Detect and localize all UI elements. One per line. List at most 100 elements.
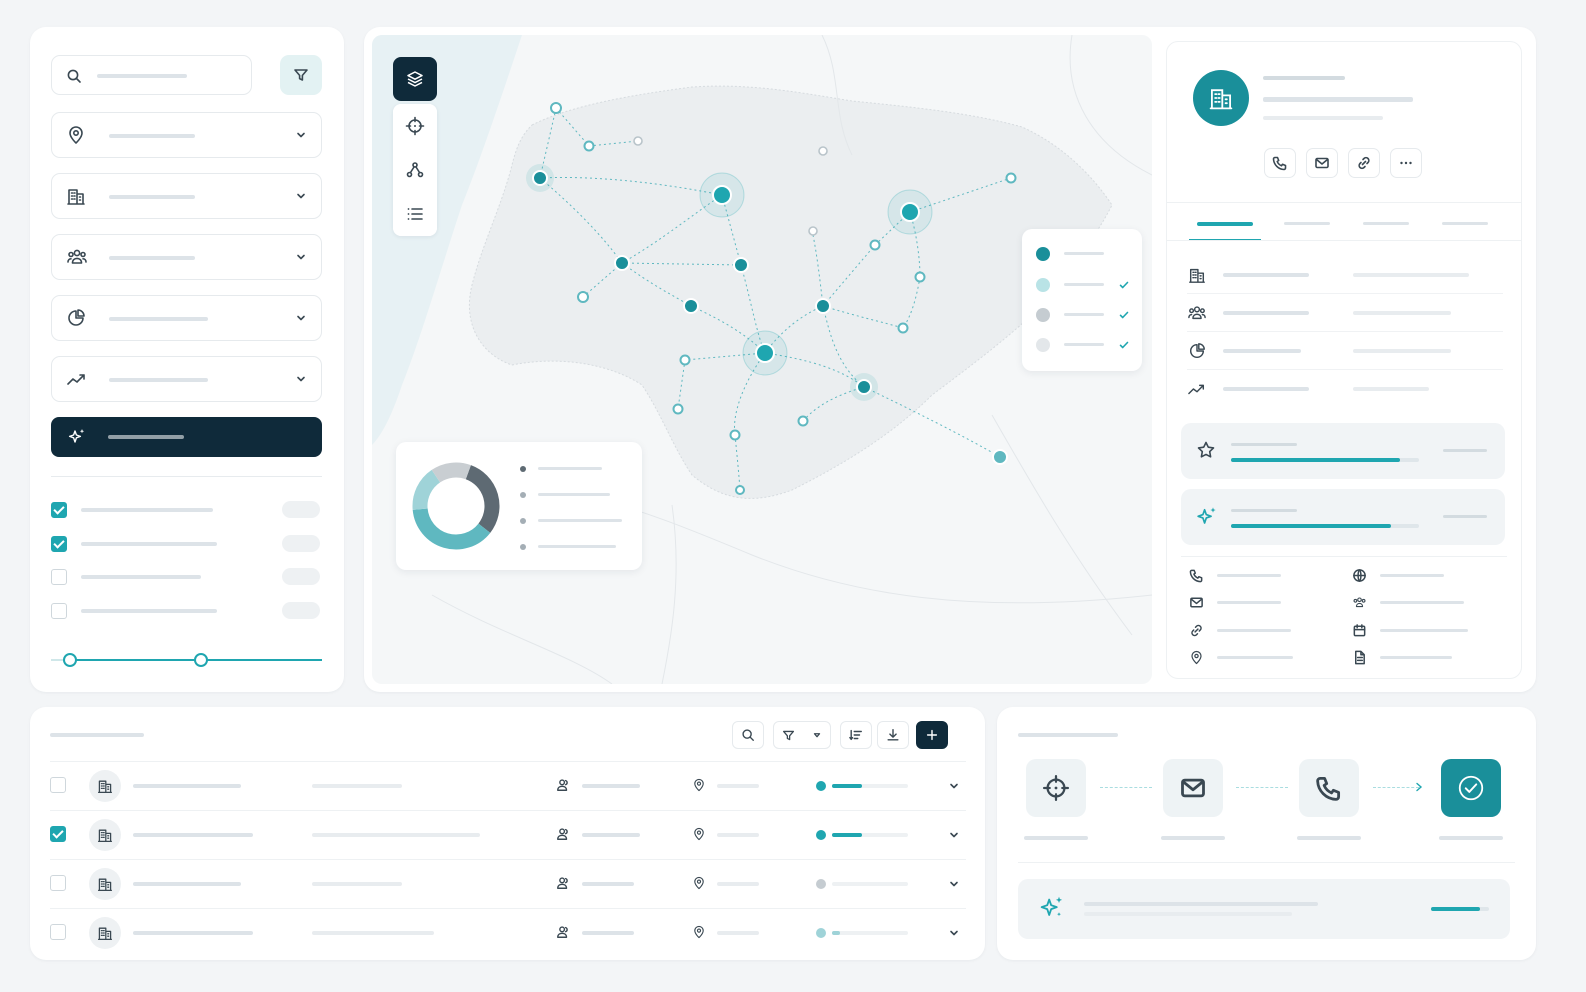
range-thumb-max[interactable] (194, 653, 208, 667)
generate-button[interactable] (51, 417, 322, 457)
email-button[interactable] (1306, 148, 1338, 178)
check-icon (1118, 309, 1130, 321)
building-icon (97, 778, 113, 794)
filter-icon (782, 729, 795, 742)
tab-activity[interactable] (1363, 220, 1409, 242)
search-input[interactable] (52, 56, 251, 94)
contact-phone[interactable] (1189, 566, 1339, 586)
table-row[interactable] (50, 908, 966, 957)
table-search-button[interactable] (732, 721, 764, 749)
filter-button[interactable] (280, 55, 322, 95)
tab-contacts[interactable] (1284, 220, 1330, 242)
layers-button[interactable] (393, 57, 437, 101)
company-dropdown[interactable] (51, 173, 322, 219)
workflow-step-call[interactable] (1299, 759, 1359, 817)
tabs-top-divider (1167, 202, 1521, 203)
contact-email[interactable] (1189, 593, 1339, 613)
table-filter-button[interactable] (773, 721, 831, 749)
donut-segment[interactable] (465, 465, 500, 533)
range-thumb-min[interactable] (63, 653, 77, 667)
legend-item[interactable] (1036, 337, 1132, 353)
workflow-step-complete[interactable] (1441, 759, 1501, 817)
table-row[interactable] (50, 859, 966, 908)
contact-document[interactable] (1352, 648, 1502, 668)
legend-label (1064, 343, 1104, 346)
tab-overview[interactable] (1189, 220, 1261, 242)
user-icon (556, 925, 570, 939)
contacts-dropdown[interactable] (51, 234, 322, 280)
info-value (1353, 387, 1429, 391)
checkbox-unchecked[interactable] (51, 603, 67, 619)
checkbox-unchecked[interactable] (51, 569, 67, 585)
contact-date[interactable] (1352, 621, 1502, 641)
location-pin-icon (692, 827, 706, 841)
ai-score-metric (1181, 489, 1505, 545)
ai-suggestion[interactable] (1018, 879, 1510, 939)
filter-checkbox-row[interactable] (51, 601, 322, 621)
contact-website[interactable] (1352, 566, 1502, 586)
checkbox-checked[interactable] (51, 502, 67, 518)
legend-item[interactable] (1036, 246, 1132, 262)
table-row[interactable] (50, 810, 966, 859)
table-download-button[interactable] (877, 721, 909, 749)
contact-team[interactable] (1352, 593, 1502, 613)
legend-item[interactable] (1036, 307, 1132, 323)
chevron-down-icon (295, 129, 307, 141)
range-slider[interactable] (51, 653, 322, 667)
link-icon (1356, 155, 1372, 171)
contact-address[interactable] (1189, 648, 1339, 668)
step-label (1297, 836, 1361, 840)
add-row-button[interactable] (916, 721, 948, 749)
mail-icon (1189, 595, 1204, 610)
list-view-button[interactable] (393, 192, 437, 236)
filter-checkbox-row[interactable] (51, 534, 322, 554)
chevron-down-icon[interactable] (948, 878, 960, 890)
table-sort-button[interactable] (840, 721, 872, 749)
company-avatar (89, 770, 121, 802)
metric-progress-fill (1231, 458, 1401, 462)
tab-notes[interactable] (1442, 220, 1488, 242)
search-box[interactable] (51, 55, 252, 95)
copy-link-button[interactable] (1348, 148, 1380, 178)
status-fill (832, 931, 840, 935)
workflow-step-target[interactable] (1026, 759, 1086, 817)
location-dropdown[interactable] (51, 112, 322, 158)
users-group-icon (1352, 595, 1367, 610)
trend-dropdown[interactable] (51, 356, 322, 402)
legend-item[interactable] (1036, 277, 1132, 293)
avatar (1193, 70, 1249, 126)
chevron-down-icon[interactable] (948, 927, 960, 939)
row-checkbox-checked[interactable] (50, 826, 66, 842)
row-checkbox[interactable] (50, 924, 66, 940)
chevron-down-icon[interactable] (948, 780, 960, 792)
row-checkbox[interactable] (50, 777, 66, 793)
map[interactable] (372, 35, 1152, 684)
building-icon (97, 876, 113, 892)
donut-segment[interactable] (412, 469, 441, 510)
checkbox-checked[interactable] (51, 536, 67, 552)
user-icon (556, 827, 570, 841)
info-row-company (1187, 256, 1503, 294)
sort-icon (849, 728, 863, 742)
donut-segment[interactable] (412, 508, 491, 550)
segment-dropdown[interactable] (51, 295, 322, 341)
table-row[interactable] (50, 761, 966, 810)
locate-button[interactable] (393, 104, 437, 148)
more-options-button[interactable] (1390, 148, 1422, 178)
contact-link[interactable] (1189, 621, 1339, 641)
filter-checkbox-row[interactable] (51, 567, 322, 587)
layers-icon (405, 69, 425, 89)
step-label (1161, 836, 1225, 840)
row-checkbox[interactable] (50, 875, 66, 891)
network-button[interactable] (393, 148, 437, 192)
workflow-connector (1100, 787, 1152, 788)
call-button[interactable] (1264, 148, 1296, 178)
donut-segment[interactable] (431, 462, 471, 483)
description-cell (312, 833, 480, 837)
owner-cell (582, 833, 640, 837)
filter-checkbox-row[interactable] (51, 500, 322, 520)
chevron-down-icon (295, 251, 307, 263)
chevron-down-icon[interactable] (948, 829, 960, 841)
globe-icon (1352, 568, 1367, 583)
workflow-step-email[interactable] (1163, 759, 1223, 817)
